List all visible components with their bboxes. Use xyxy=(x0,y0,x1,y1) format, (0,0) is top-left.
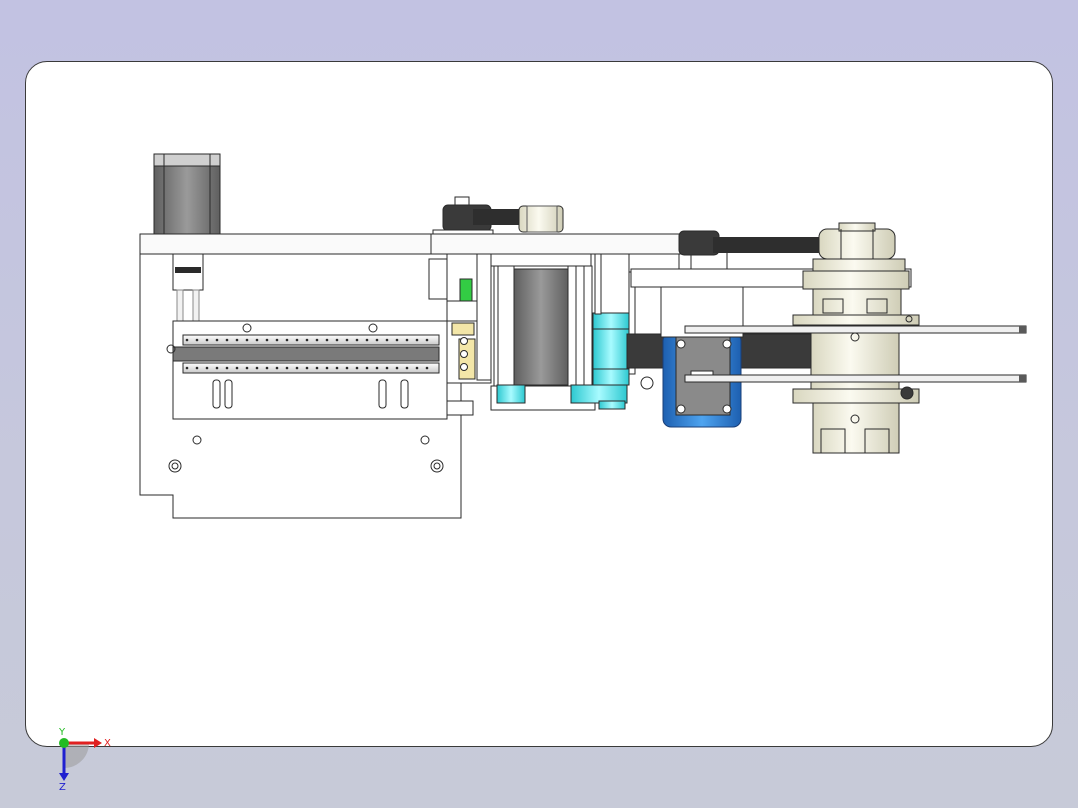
slide-hole xyxy=(235,366,239,370)
slide-hole xyxy=(425,338,429,342)
y-axis-dot xyxy=(59,738,69,748)
slide-hole xyxy=(235,338,239,342)
slide-hole xyxy=(195,338,199,342)
slide-hole xyxy=(255,338,259,342)
slide-hole xyxy=(325,338,329,342)
slide-hole xyxy=(365,338,369,342)
slide-hole xyxy=(295,338,299,342)
spindle-housing[interactable] xyxy=(792,258,920,454)
slide-hole xyxy=(275,338,279,342)
slide-hole xyxy=(265,338,269,342)
slide-hole xyxy=(395,366,399,370)
slide-hole xyxy=(345,338,349,342)
slide-hole xyxy=(405,338,409,342)
slide-hole xyxy=(215,366,219,370)
slide-hole xyxy=(225,366,229,370)
slide-hole xyxy=(355,366,359,370)
slide-hole xyxy=(275,366,279,370)
slide-hole xyxy=(195,366,199,370)
slide-hole xyxy=(185,366,189,370)
slide-hole xyxy=(365,366,369,370)
slide-hole xyxy=(375,366,379,370)
graphics-viewport[interactable] xyxy=(25,61,1053,747)
z-axis-head xyxy=(59,773,69,781)
top-frame-rail[interactable] xyxy=(139,233,681,255)
slide-hole xyxy=(415,338,419,342)
slide-hole xyxy=(405,366,409,370)
slide-hole xyxy=(295,366,299,370)
slide-hole xyxy=(335,338,339,342)
slide-hole xyxy=(185,338,189,342)
slide-hole xyxy=(415,366,419,370)
slide-hole xyxy=(395,338,399,342)
slide-hole xyxy=(285,338,289,342)
slide-hole xyxy=(215,338,219,342)
slide-hole xyxy=(315,338,319,342)
slide-hole xyxy=(305,366,309,370)
slide-hole xyxy=(345,366,349,370)
orientation-triad: X Y Z xyxy=(58,727,111,793)
pulley-assembly-top[interactable] xyxy=(432,196,564,235)
slide-hole xyxy=(425,366,429,370)
slide-hole xyxy=(355,338,359,342)
slide-hole xyxy=(305,338,309,342)
slide-hole xyxy=(385,366,389,370)
slide-hole xyxy=(265,366,269,370)
slide-hole xyxy=(205,366,209,370)
triad-quadrant xyxy=(64,743,89,768)
slide-hole xyxy=(255,366,259,370)
slide-hole xyxy=(245,366,249,370)
slide-hole xyxy=(375,338,379,342)
slide-hole xyxy=(225,338,229,342)
cad-model[interactable] xyxy=(26,62,1052,746)
y-axis-label: Y xyxy=(58,727,66,738)
x-axis-head xyxy=(94,738,102,748)
slide-hole xyxy=(285,366,289,370)
slide-hole xyxy=(385,338,389,342)
slide-hole xyxy=(245,338,249,342)
z-axis-label: Z xyxy=(59,782,66,793)
x-axis-label: X xyxy=(104,738,111,749)
stepper-motor-left[interactable] xyxy=(153,153,221,235)
slide-hole xyxy=(205,338,209,342)
linear-slide[interactable] xyxy=(166,320,448,420)
slide-hole xyxy=(315,366,319,370)
slide-hole xyxy=(335,366,339,370)
slide-hole xyxy=(325,366,329,370)
